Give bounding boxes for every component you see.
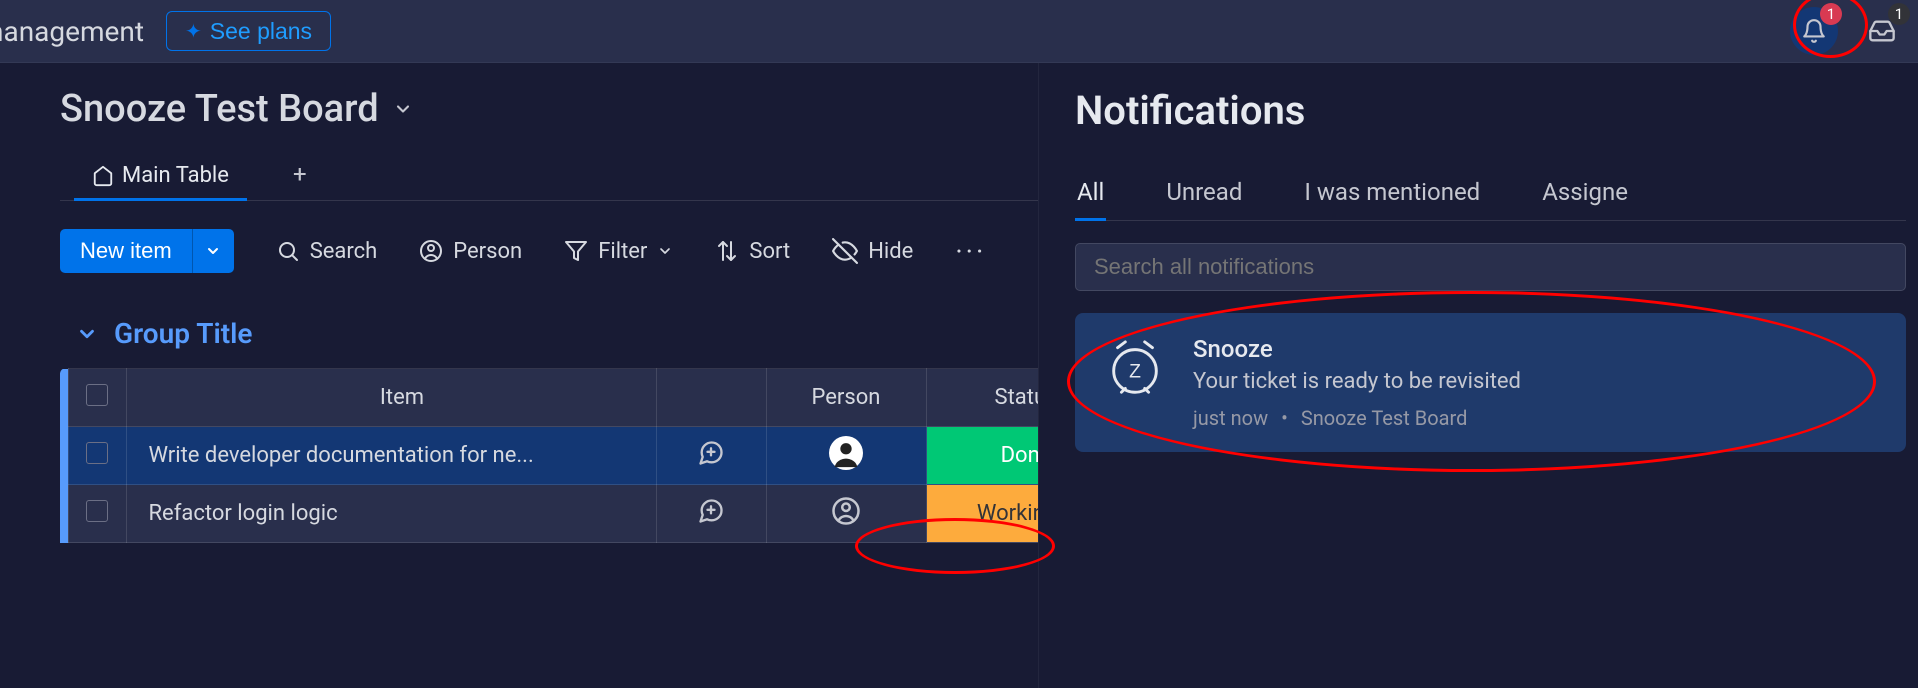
notifications-search-input[interactable]: [1075, 243, 1906, 291]
filter-button[interactable]: Filter: [564, 239, 673, 264]
snooze-clock-icon: Z: [1101, 335, 1169, 403]
inbox-badge: 1: [1888, 3, 1910, 25]
sparkle-icon: ✦: [185, 19, 202, 44]
notif-tab-unread[interactable]: Unread: [1164, 174, 1244, 220]
column-header-item[interactable]: Item: [126, 369, 656, 427]
avatar-icon: [829, 436, 863, 470]
separator-dot: •: [1281, 406, 1288, 430]
sort-button[interactable]: Sort: [715, 239, 790, 264]
select-all-header[interactable]: [68, 369, 126, 427]
notification-meta: just now • Snooze Test Board: [1193, 406, 1521, 430]
table-row[interactable]: Refactor login logic Working o: [60, 485, 1126, 543]
see-plans-button[interactable]: ✦ See plans: [166, 11, 331, 51]
group-title: Group Title: [114, 317, 253, 350]
search-button[interactable]: Search: [276, 239, 378, 264]
notification-item-subtitle: Your ticket is ready to be revisited: [1193, 369, 1521, 394]
checkbox-icon: [86, 442, 108, 464]
notifications-title: Notifications: [1075, 87, 1906, 134]
new-item-button[interactable]: New item: [60, 229, 192, 273]
more-options-button[interactable]: ···: [955, 235, 986, 268]
search-label: Search: [310, 239, 378, 264]
funnel-icon: [564, 239, 588, 263]
hide-button[interactable]: Hide: [832, 238, 913, 264]
person-icon: [419, 239, 443, 263]
table-header-row: Item Person Status: [60, 369, 1126, 427]
see-plans-label: See plans: [210, 18, 312, 45]
notification-card-body: Snooze Your ticket is ready to be revisi…: [1193, 335, 1521, 430]
notification-time: just now: [1193, 406, 1268, 430]
person-cell[interactable]: [766, 485, 926, 543]
new-item-dropdown[interactable]: [192, 229, 234, 273]
eye-off-icon: [832, 238, 858, 264]
filter-label: Filter: [598, 239, 647, 264]
tab-label: Main Table: [122, 163, 229, 188]
svg-text:Z: Z: [1129, 361, 1141, 383]
tab-main-table[interactable]: Main Table: [88, 157, 233, 200]
top-bar: nanagement ✦ See plans 1 1: [0, 0, 1918, 63]
new-item-button-group: New item: [60, 229, 234, 273]
add-comment-icon: [697, 497, 725, 525]
home-icon: [92, 165, 114, 187]
notifications-panel: Notifications All Unread I was mentioned…: [1038, 63, 1918, 688]
person-filter-button[interactable]: Person: [419, 239, 522, 264]
brand-text-tail: nanagement: [0, 15, 144, 48]
person-label: Person: [453, 239, 522, 264]
chevron-down-icon: [76, 323, 98, 345]
item-name-cell[interactable]: Write developer documentation for ne...: [126, 427, 656, 485]
checkbox-icon: [86, 500, 108, 522]
column-header-chat: [656, 369, 766, 427]
board-table: Item Person Status Write developer docum…: [60, 368, 1127, 543]
person-placeholder-icon: [831, 496, 861, 526]
notification-item-title: Snooze: [1193, 335, 1521, 363]
open-chat-cell[interactable]: [656, 427, 766, 485]
notifications-tabs: All Unread I was mentioned Assigne: [1075, 174, 1906, 221]
table-row[interactable]: Write developer documentation for ne... …: [60, 427, 1126, 485]
board-title[interactable]: Snooze Test Board: [60, 87, 379, 131]
sort-label: Sort: [749, 239, 790, 264]
group-color-stripe: [60, 485, 68, 543]
row-checkbox-cell[interactable]: [68, 485, 126, 543]
search-icon: [276, 239, 300, 263]
notifications-bell-button[interactable]: 1: [1790, 7, 1838, 55]
group-color-stripe: [60, 427, 68, 485]
add-view-button[interactable]: +: [293, 160, 307, 198]
group-color-stripe: [60, 369, 68, 427]
notification-card[interactable]: Z Snooze Your ticket is ready to be revi…: [1075, 313, 1906, 452]
notif-tab-mentioned[interactable]: I was mentioned: [1302, 174, 1482, 220]
sort-icon: [715, 239, 739, 263]
chevron-down-icon: [657, 243, 673, 259]
item-name-cell[interactable]: Refactor login logic: [126, 485, 656, 543]
inbox-button[interactable]: 1: [1858, 7, 1906, 55]
notif-tab-all[interactable]: All: [1075, 174, 1106, 220]
hide-label: Hide: [868, 239, 913, 264]
bell-badge: 1: [1820, 3, 1842, 25]
notification-board-link[interactable]: Snooze Test Board: [1301, 406, 1468, 430]
add-comment-icon: [697, 439, 725, 467]
chevron-down-icon[interactable]: [393, 99, 413, 119]
row-checkbox-cell[interactable]: [68, 427, 126, 485]
chevron-down-icon: [205, 243, 221, 259]
open-chat-cell[interactable]: [656, 485, 766, 543]
column-header-person[interactable]: Person: [766, 369, 926, 427]
person-cell[interactable]: [766, 427, 926, 485]
notif-tab-assigned[interactable]: Assigne: [1540, 174, 1630, 220]
checkbox-icon: [86, 384, 108, 406]
